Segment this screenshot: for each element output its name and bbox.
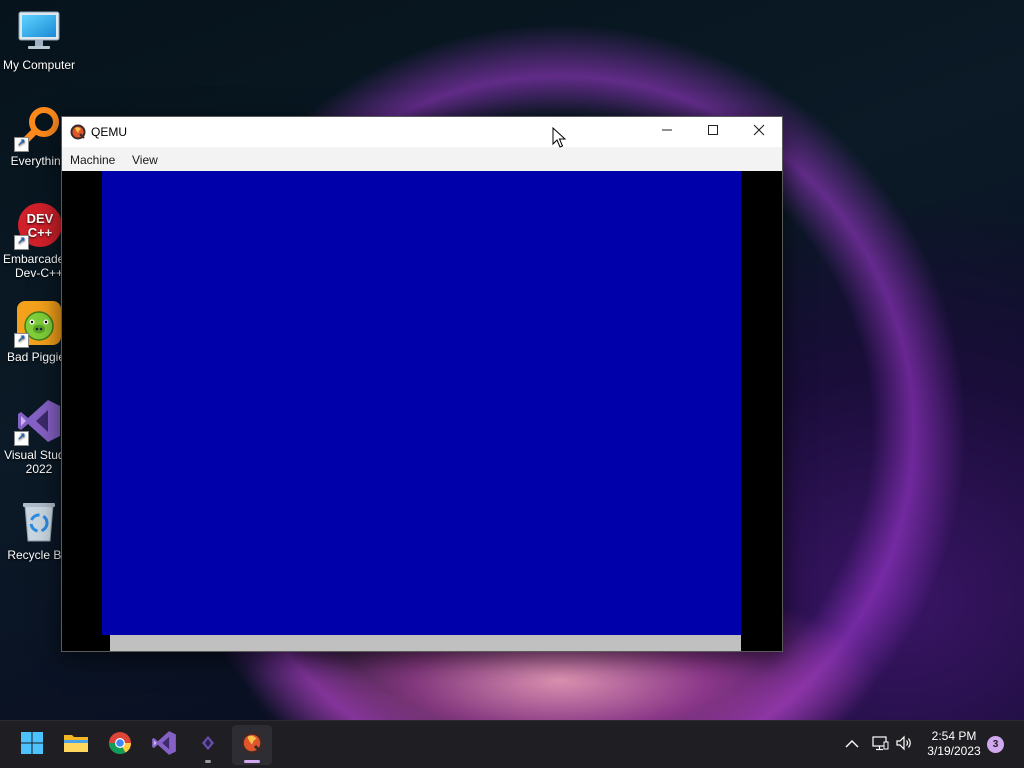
recycle-bin-icon (16, 498, 62, 544)
tray-volume-button[interactable] (894, 735, 914, 755)
close-button[interactable] (736, 117, 782, 147)
taskbar-visual-studio[interactable] (144, 725, 184, 765)
everything-search-icon: ↗ (14, 104, 62, 152)
tray-network-button[interactable] (870, 735, 890, 755)
window-title: QEMU (91, 125, 127, 139)
taskbar: 2:54 PM 3/19/2023 3 (0, 720, 1024, 768)
shortcut-arrow-icon: ↗ (14, 137, 29, 152)
clock-date: 3/19/2023 (927, 744, 981, 758)
shortcut-arrow-icon: ↗ (14, 431, 29, 446)
taskbar-vs-installer[interactable] (188, 725, 228, 765)
vs-installer-icon (199, 734, 217, 757)
taskbar-chrome[interactable] (100, 725, 140, 765)
taskbar-clock[interactable]: 2:54 PM 3/19/2023 (922, 729, 986, 759)
qemu-window: QEMU Machine View (61, 116, 783, 652)
maximize-button[interactable] (690, 117, 736, 147)
vm-display[interactable] (62, 171, 782, 651)
speaker-icon (895, 735, 913, 756)
taskbar-file-explorer[interactable] (56, 725, 96, 765)
folder-icon (63, 732, 89, 759)
menu-bar: Machine View (62, 147, 782, 171)
qemu-icon (240, 731, 264, 760)
chevron-up-icon (845, 736, 859, 754)
clock-time: 2:54 PM (931, 729, 977, 743)
minimize-icon (661, 123, 673, 141)
tray-overflow-button[interactable] (842, 735, 862, 755)
qemu-icon (70, 124, 86, 140)
vm-status-bar (110, 635, 741, 651)
menu-view[interactable]: View (132, 153, 158, 167)
running-indicator (205, 760, 211, 763)
shortcut-arrow-icon: ↗ (14, 333, 29, 348)
window-titlebar[interactable]: QEMU (62, 117, 782, 147)
shortcut-arrow-icon: ↗ (14, 235, 29, 250)
devcpp-icon: DEV C++ ↗ (14, 202, 62, 250)
windows-start-icon (20, 731, 44, 760)
desktop-icon-label: My Computer (2, 58, 76, 72)
chrome-icon (108, 731, 132, 760)
svg-text:C++: C++ (28, 225, 53, 240)
visual-studio-icon: ↗ (14, 398, 62, 446)
monitor-icon (16, 8, 62, 54)
close-icon (753, 123, 765, 141)
vm-screen[interactable] (102, 171, 741, 635)
bad-piggies-icon: ↗ (14, 300, 62, 348)
desktop-icon-my-computer[interactable]: My Computer (0, 8, 78, 72)
visual-studio-icon (151, 730, 177, 761)
maximize-icon (707, 123, 719, 141)
notification-badge[interactable]: 3 (987, 736, 1004, 753)
menu-machine[interactable]: Machine (70, 153, 115, 167)
taskbar-qemu[interactable] (232, 725, 272, 765)
desktop: My Computer ↗ Everything DEV C++ ↗ Embar… (0, 0, 1024, 768)
minimize-button[interactable] (644, 117, 690, 147)
network-icon (871, 735, 889, 756)
active-indicator (244, 760, 260, 763)
svg-text:DEV: DEV (27, 211, 54, 226)
mouse-pointer-icon (552, 126, 567, 149)
start-button[interactable] (12, 725, 52, 765)
